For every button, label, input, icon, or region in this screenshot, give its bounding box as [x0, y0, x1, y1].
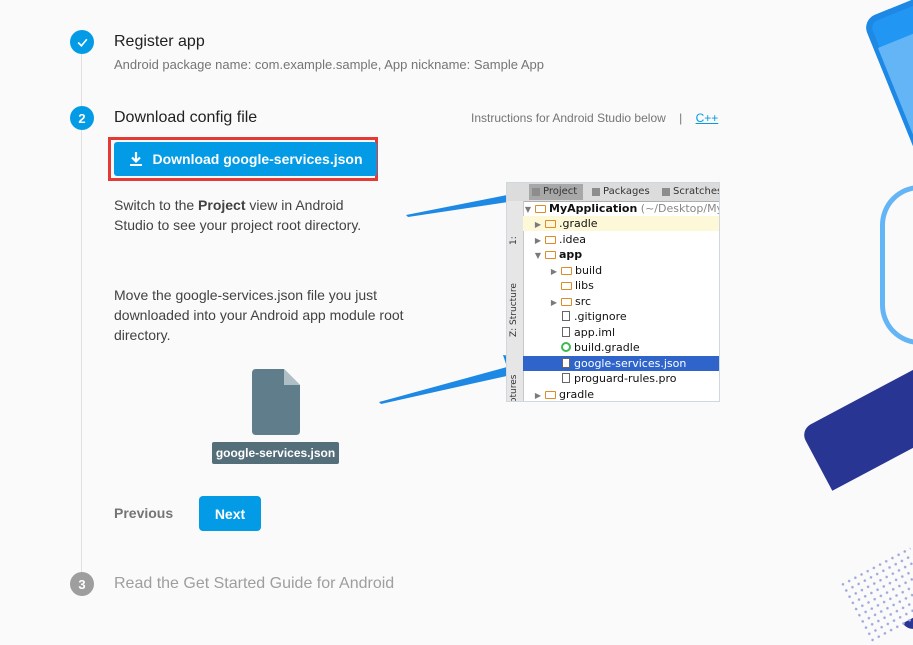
side-label-captures: Captures [509, 374, 519, 402]
instructions-label: Instructions for Android Studio below | … [471, 111, 718, 125]
tree-item-gitignore: .gitignore [523, 309, 719, 324]
tree-item-gradle: ▶ gradle [534, 388, 595, 401]
side-label-project: 1: [509, 236, 519, 245]
move-file-text: Move the google-services.json file you j… [114, 287, 404, 343]
tree-item-myapplication: ▼ MyApplication (~/Desktop/My [524, 202, 720, 215]
android-studio-project-view: Project Packages Scratches 1: Z: Structu… [506, 182, 720, 402]
tree-item-src: ▶ src [550, 295, 592, 308]
step-2-badge: 2 [70, 106, 94, 130]
next-button[interactable]: Next [199, 496, 261, 531]
studio-tab-packages: Packages [589, 184, 655, 200]
cable-illustration [880, 185, 913, 345]
cpp-link[interactable]: C++ [696, 111, 719, 125]
tree-item-google-services: google-services.json [523, 356, 719, 371]
step-1-check-icon [70, 30, 94, 54]
studio-tab-bar: Project Packages Scratches [507, 183, 719, 202]
step-3-badge: 3 [70, 572, 94, 596]
side-label-structure: Z: Structure [509, 283, 519, 337]
instructions-text: Instructions for Android Studio below [471, 111, 666, 125]
download-button-label: Download google-services.json [152, 151, 363, 167]
tree-item-app: ▼ app [534, 248, 583, 261]
step-2-title: Download config file [114, 109, 258, 126]
step-3-title[interactable]: Read the Get Started Guide for Android [114, 575, 394, 593]
studio-tab-scratches: Scratches [659, 184, 719, 200]
stepper-line [81, 54, 82, 106]
studio-side-bar: 1: Z: Structure Captures [507, 201, 524, 401]
tree-item-libs: libs [523, 278, 719, 293]
switch-view-text: Switch to the Project view in Android St… [114, 197, 362, 233]
step-1-subtitle: Android package name: com.example.sample… [114, 57, 544, 72]
tree-item-proguard: proguard-rules.pro [523, 371, 719, 386]
tree-item-idea: ▶ .idea [534, 233, 587, 246]
download-icon [130, 152, 143, 166]
previous-button[interactable]: Previous [114, 505, 173, 521]
separator: | [679, 111, 683, 125]
stepper-line [81, 130, 82, 572]
tree-item-app-iml: app.iml [523, 325, 719, 340]
tree-item-build: ▶ build [550, 264, 603, 277]
file-name-chip[interactable]: google-services.json [212, 442, 339, 464]
json-file-icon [252, 369, 300, 435]
download-config-button[interactable]: Download google-services.json [114, 142, 377, 176]
studio-tab-project: Project [529, 184, 583, 200]
tree-item-build-gradle: build.gradle [523, 340, 719, 355]
tree-item-gradle-dir: ▶ .gradle [523, 216, 719, 231]
step-1-title: Register app [114, 33, 205, 50]
